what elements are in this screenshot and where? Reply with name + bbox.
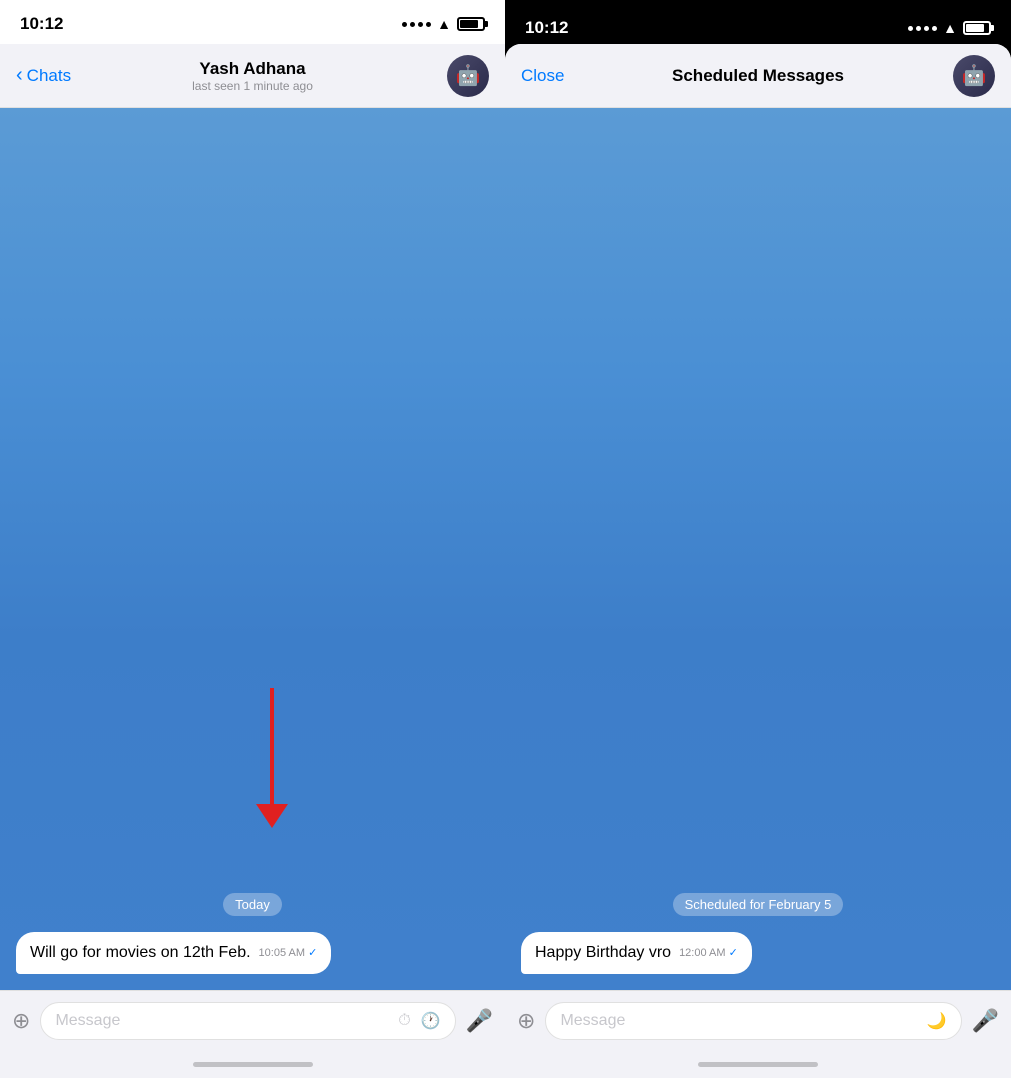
time-value-left: 10:05 AM: [259, 947, 305, 959]
avatar-left[interactable]: 🤖: [447, 55, 489, 97]
last-seen: last seen 1 minute ago: [192, 79, 313, 93]
close-button[interactable]: Close: [521, 66, 564, 86]
battery-cap-right: [991, 25, 994, 31]
messages-left: Today Will go for movies on 12th Feb. 10…: [0, 869, 505, 990]
input-actions-left: ⏱ 🕐: [398, 1011, 440, 1031]
time-value-right: 12:00 AM: [679, 947, 725, 959]
mic-icon-right[interactable]: 🎤: [972, 1008, 999, 1034]
wifi-icon-left: ▲: [437, 16, 451, 32]
date-badge-left: Today: [16, 893, 489, 916]
avatar-emoji-left: 🤖: [456, 63, 481, 88]
dot4: [426, 22, 431, 27]
message-text-right: Happy Birthday vro: [535, 944, 671, 961]
nav-bar-right: Close Scheduled Messages 🤖: [505, 44, 1011, 108]
message-time-left: 10:05 AM ✓: [259, 946, 318, 961]
battery-icon-right: [963, 21, 991, 35]
status-icons-left: ▲: [402, 16, 485, 32]
check-mark-left: ✓: [308, 947, 317, 959]
message-time-right: 12:00 AM ✓: [679, 946, 738, 961]
battery-fill-left: [460, 20, 478, 28]
scheduled-messages-title: Scheduled Messages: [672, 66, 844, 86]
input-placeholder-left: Message: [55, 1012, 390, 1030]
red-arrow-annotation: [270, 688, 274, 808]
home-bar-left: [193, 1062, 313, 1067]
status-bar-left: 10:12 ▲: [0, 0, 505, 44]
scheduled-badge-text: Scheduled for February 5: [673, 893, 844, 916]
battery-fill-right: [966, 24, 984, 32]
date-badge-text-left: Today: [223, 893, 282, 916]
moon-icon-right[interactable]: 🌙: [927, 1011, 947, 1031]
status-time-right: 10:12: [525, 18, 568, 38]
nav-bar-left: ‹ Chats Yash Adhana last seen 1 minute a…: [0, 44, 505, 108]
schedule-icon-left[interactable]: ⏱: [398, 1012, 410, 1030]
avatar-emoji-right: 🤖: [962, 63, 987, 88]
battery-icon-left: [457, 17, 485, 31]
avatar-right[interactable]: 🤖: [953, 55, 995, 97]
rdot3: [924, 26, 929, 31]
nav-center-left: Yash Adhana last seen 1 minute ago: [192, 59, 313, 93]
input-bar-left: ⊕ Message ⏱ 🕐 🎤: [0, 990, 505, 1050]
input-actions-right: 🌙: [927, 1011, 947, 1031]
message-bubble-left: Will go for movies on 12th Feb. 10:05 AM…: [16, 932, 331, 974]
home-indicator-left: [0, 1050, 505, 1078]
contact-name: Yash Adhana: [192, 59, 313, 79]
messages-right: Scheduled for February 5 Happy Birthday …: [505, 869, 1011, 990]
message-input-right[interactable]: Message 🌙: [545, 1002, 961, 1040]
message-text-left: Will go for movies on 12th Feb.: [30, 944, 251, 961]
rdot1: [908, 26, 913, 31]
home-indicator-right: [505, 1050, 1011, 1078]
attachment-icon-left[interactable]: ⊕: [12, 1008, 30, 1034]
chevron-left-icon: ‹: [16, 64, 23, 87]
modal-sheet: Close Scheduled Messages 🤖 Scheduled for…: [505, 44, 1011, 1078]
attachment-icon-right[interactable]: ⊕: [517, 1008, 535, 1034]
scheduled-badge: Scheduled for February 5: [521, 893, 995, 916]
chat-area-left: Today Will go for movies on 12th Feb. 10…: [0, 108, 505, 990]
input-bar-right: ⊕ Message 🌙 🎤: [505, 990, 1011, 1050]
red-arrow-line: [270, 688, 274, 808]
battery-cap-left: [485, 21, 488, 27]
left-panel: 10:12 ▲ ‹ Chats Yash Adhana last seen 1 …: [0, 0, 505, 1078]
status-icons-right: ▲: [908, 20, 991, 36]
rdot4: [932, 26, 937, 31]
dot1: [402, 22, 407, 27]
message-bubble-right: Happy Birthday vro 12:00 AM ✓: [521, 932, 752, 974]
dot2: [410, 22, 415, 27]
dot3: [418, 22, 423, 27]
status-bar-right: 10:12 ▲: [505, 0, 1011, 44]
rdot2: [916, 26, 921, 31]
message-input-left[interactable]: Message ⏱ 🕐: [40, 1002, 455, 1040]
signal-dots-right: [908, 26, 937, 31]
home-bar-right: [698, 1062, 818, 1067]
wifi-icon-right: ▲: [943, 20, 957, 36]
clock-icon-left[interactable]: 🕐: [421, 1011, 441, 1031]
status-time-left: 10:12: [20, 14, 63, 34]
nav-center-right: Scheduled Messages: [672, 66, 844, 86]
back-label[interactable]: Chats: [27, 66, 71, 86]
signal-dots-left: [402, 22, 431, 27]
back-button[interactable]: ‹ Chats: [16, 64, 71, 87]
chat-area-right: Scheduled for February 5 Happy Birthday …: [505, 108, 1011, 990]
input-placeholder-right: Message: [560, 1012, 918, 1030]
mic-icon-left[interactable]: 🎤: [466, 1008, 493, 1034]
check-mark-right: ✓: [729, 947, 738, 959]
right-panel: 10:12 ▲ Close Scheduled Messages 🤖: [505, 0, 1011, 1078]
